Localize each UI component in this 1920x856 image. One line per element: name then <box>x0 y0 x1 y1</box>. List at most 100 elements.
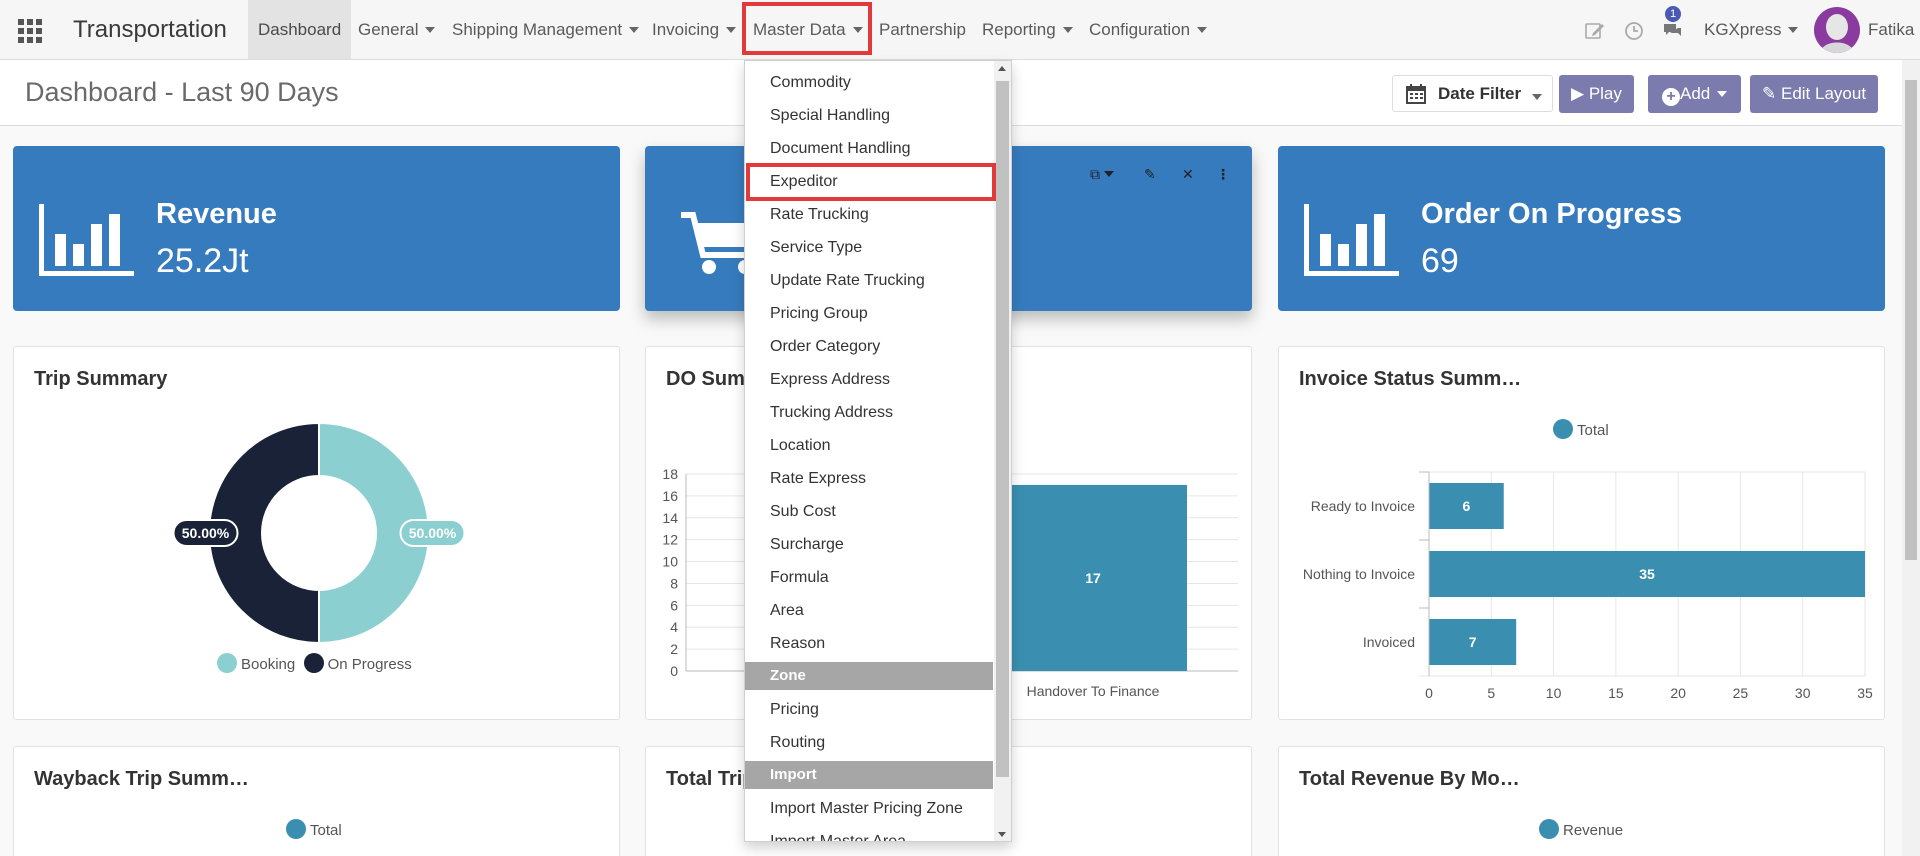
dropdown-item-commodity[interactable]: Commodity <box>745 66 993 99</box>
dropdown-item-pricing[interactable]: Pricing <box>745 693 993 726</box>
plus-circle-icon: + <box>1662 88 1680 106</box>
dropdown-item-rate-trucking[interactable]: Rate Trucking <box>745 198 993 231</box>
caret-down-icon <box>726 26 737 33</box>
trip-summary-panel: Trip Summary 50.00% 50.00% Booking On Pro… <box>13 346 620 720</box>
legend-item-total[interactable]: Total <box>286 819 342 839</box>
close-icon[interactable]: ✕ <box>1182 166 1194 183</box>
more-vertical-icon[interactable]: ⋮ <box>1216 166 1230 183</box>
caret-down-icon <box>1197 26 1208 33</box>
master-data-highlight <box>742 2 872 55</box>
dropdown-item-express-address[interactable]: Express Address <box>745 363 993 396</box>
x-tick-label: Handover To Finance <box>1027 683 1160 699</box>
data-label: 50.00% <box>409 525 457 541</box>
panel-title: Wayback Trip Summ… <box>34 768 249 790</box>
edit-layout-button[interactable]: ✎ Edit Layout <box>1750 75 1879 113</box>
pencil-icon[interactable]: ✎ <box>1144 166 1156 183</box>
menu-general[interactable]: General <box>348 0 445 59</box>
copy-icon[interactable]: ⧉ <box>1090 166 1114 183</box>
x-tick-label: 5 <box>1487 685 1495 701</box>
dropdown-item-routing[interactable]: Routing <box>745 726 993 759</box>
caret-down-icon <box>1062 26 1073 33</box>
user-avatar[interactable] <box>1814 7 1860 53</box>
y-tick-label: Invoiced <box>1363 634 1415 650</box>
dropdown-item-update-rate-trucking[interactable]: Update Rate Trucking <box>745 264 993 297</box>
add-button[interactable]: + Add <box>1648 75 1742 113</box>
kpi-card-order-on-progress[interactable]: Order On Progress 69 <box>1278 146 1885 311</box>
app-brand: Transportation <box>73 16 227 43</box>
dropdown-item-pricing-group[interactable]: Pricing Group <box>745 297 993 330</box>
bar-data-label: 6 <box>1462 498 1470 514</box>
dropdown-item-import-master-pricing-zone[interactable]: Import Master Pricing Zone <box>745 792 993 825</box>
page-scrollbar[interactable] <box>1902 60 1920 856</box>
menu-dashboard[interactable]: Dashboard <box>248 0 352 59</box>
dropdown-item-rate-express[interactable]: Rate Express <box>745 462 993 495</box>
scroll-down-icon[interactable] <box>998 832 1006 837</box>
dropdown-item-import-master-area[interactable]: Import Master Area <box>745 825 993 841</box>
edit-note-icon[interactable] <box>1584 20 1606 42</box>
y-tick-label: 10 <box>662 554 678 570</box>
menu-label: Dashboard <box>258 20 342 39</box>
apps-menu-icon[interactable] <box>14 18 46 44</box>
x-tick-label: 35 <box>1857 685 1873 701</box>
kpi-card-revenue[interactable]: Revenue 25.2Jt <box>13 146 620 311</box>
menu-invoicing[interactable]: Invoicing <box>642 0 746 59</box>
bar-data-label: 17 <box>1085 570 1101 586</box>
panel-title: Total Revenue By Mo… <box>1299 768 1520 790</box>
dropdown-item-reason[interactable]: Reason <box>745 627 993 660</box>
clock-icon[interactable] <box>1623 20 1645 42</box>
invoice-status-panel: Invoice Status Summ… Total 0 5 10 15 20 25 30 3… <box>1278 346 1885 720</box>
scroll-up-icon[interactable] <box>998 66 1006 71</box>
donut-data-label: 50.00% <box>399 519 466 547</box>
dropdown-item-service-type[interactable]: Service Type <box>745 231 993 264</box>
wayback-trip-panel: Wayback Trip Summ… Total <box>13 746 620 856</box>
dropdown-scrollbar[interactable] <box>994 61 1011 841</box>
date-filter-button[interactable]: Date Filter <box>1392 75 1553 112</box>
dropdown-item-formula[interactable]: Formula <box>745 561 993 594</box>
menu-configuration[interactable]: Configuration <box>1079 0 1217 59</box>
legend-label: Revenue <box>1563 822 1624 839</box>
bar-chart-icon <box>1304 204 1399 276</box>
y-tick-label: 6 <box>670 597 678 613</box>
menu-shipping-management[interactable]: Shipping Management <box>442 0 649 59</box>
y-tick-label: 2 <box>670 641 678 657</box>
caret-down-icon <box>425 26 436 33</box>
caret-down-icon <box>629 26 640 33</box>
scrollbar-thumb[interactable] <box>996 81 1009 777</box>
menu-reporting[interactable]: Reporting <box>972 0 1083 59</box>
scrollbar-thumb[interactable] <box>1905 80 1917 560</box>
legend-item-booking[interactable]: Booking <box>217 653 295 673</box>
x-tick-label: 25 <box>1733 685 1749 701</box>
legend-item-on-progress[interactable]: On Progress <box>303 653 412 673</box>
menu-label: General <box>358 20 419 39</box>
dropdown-item-location[interactable]: Location <box>745 429 993 462</box>
chat-icon[interactable] <box>1662 20 1684 42</box>
dropdown-item-document-handling[interactable]: Document Handling <box>745 132 993 165</box>
dropdown-item-surcharge[interactable]: Surcharge <box>745 528 993 561</box>
legend-item-revenue[interactable]: Revenue <box>1539 819 1623 839</box>
expeditor-highlight <box>746 163 996 201</box>
data-label: 50.00% <box>182 525 230 541</box>
dropdown-item-sub-cost[interactable]: Sub Cost <box>745 495 993 528</box>
dropdown-item-special-handling[interactable]: Special Handling <box>745 99 993 132</box>
master-data-dropdown: Commodity Special Handling Document Handli… <box>744 60 1012 842</box>
user-name[interactable]: Fatika <box>1868 0 1914 60</box>
bar-chart-icon <box>39 204 134 276</box>
bar-data-label: 7 <box>1469 634 1477 650</box>
chart-legend: Booking On Progress <box>217 653 412 673</box>
dropdown-item-order-category[interactable]: Order Category <box>745 330 993 363</box>
caret-down-icon <box>1532 94 1542 100</box>
dropdown-item-area[interactable]: Area <box>745 594 993 627</box>
menu-label: Invoicing <box>652 20 720 39</box>
company-label: KGXpress <box>1704 20 1782 39</box>
y-tick-label: 14 <box>662 510 678 526</box>
play-button[interactable]: ▶ Play <box>1559 75 1634 113</box>
donut-data-label: 50.00% <box>172 519 239 547</box>
x-tick-label: 10 <box>1546 685 1562 701</box>
add-label: Add <box>1680 84 1711 103</box>
company-switcher[interactable]: KGXpress <box>1704 0 1799 60</box>
dropdown-item-trucking-address[interactable]: Trucking Address <box>745 396 993 429</box>
play-label: Play <box>1588 84 1622 103</box>
kpi-value: 69 <box>1421 242 1459 280</box>
play-icon: ▶ <box>1571 84 1585 103</box>
menu-partnership[interactable]: Partnership <box>869 0 976 59</box>
